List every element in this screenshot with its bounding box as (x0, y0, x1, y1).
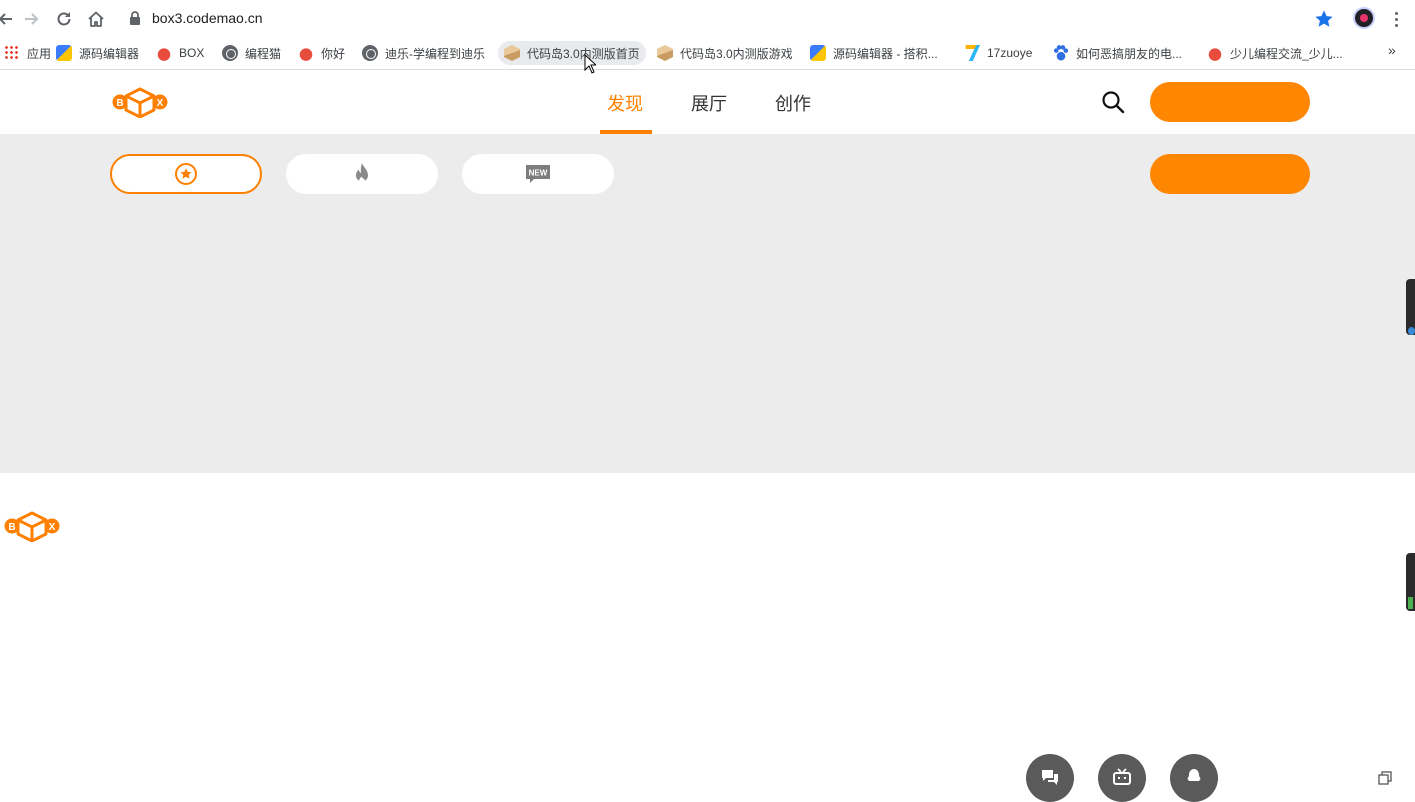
bookmark-nihao[interactable]: 你好 (292, 41, 351, 65)
footer-qq-button[interactable] (1170, 754, 1218, 802)
logo-letter-x: X (157, 98, 164, 109)
bookmark-dile[interactable]: 迪乐-学编程到迪乐 (356, 41, 491, 65)
bookmark-label: BOX (179, 46, 205, 60)
box-cube-icon (504, 45, 520, 61)
bookmark-star-icon[interactable] (1313, 8, 1335, 30)
browser-toolbar: box3.codemao.cn (0, 0, 1415, 36)
bookmark-label: 17zuoye (987, 46, 1033, 60)
filter-new-tab[interactable]: NEW (462, 154, 614, 194)
reload-icon[interactable] (53, 8, 75, 30)
chat-icon (1042, 770, 1058, 785)
back-icon[interactable] (0, 8, 16, 30)
bookmark-box[interactable]: BOX (150, 41, 210, 65)
box-logo-icon[interactable]: B X (112, 86, 168, 118)
browser-menu-icon[interactable] (1386, 8, 1406, 30)
bookmark-box3-games[interactable]: 代码岛3.0内测版游戏 (651, 41, 799, 65)
footer-bilibili-button[interactable] (1098, 754, 1146, 802)
copy-icon[interactable] (1378, 771, 1392, 785)
bookmark-label: 编程猫 (245, 46, 282, 61)
bookmark-biancheng-mao[interactable]: 编程猫 (216, 41, 287, 65)
nav-create[interactable]: 创作 (775, 90, 811, 116)
create-project-button[interactable] (1150, 154, 1310, 194)
bookmark-label: 你好 (321, 46, 346, 61)
bookmark-label: 少儿编程交流_少儿... (1230, 46, 1343, 61)
footer-logo-letter-x: X (49, 522, 56, 533)
bookmark-box3-home[interactable]: 代码岛3.0内测版首页 (498, 41, 646, 65)
forward-icon[interactable] (21, 8, 43, 30)
bookmark-17zuoye[interactable]: 17zuoye (958, 41, 1038, 65)
bilibili-tv-icon (1113, 768, 1131, 785)
bookmark-code-editor[interactable]: 源码编辑器 (50, 41, 145, 65)
more-bookmarks-chevron-icon[interactable]: » (1388, 42, 1396, 58)
address-bar-url[interactable]: box3.codemao.cn (152, 10, 263, 26)
login-button[interactable] (1150, 82, 1310, 122)
globe-icon (362, 45, 378, 61)
17zuoye-icon (965, 45, 980, 61)
side-slider-handle[interactable] (1406, 279, 1415, 335)
bookmark-label: 迪乐-学编程到迪乐 (385, 46, 485, 61)
filter-band: NEW (0, 134, 1415, 473)
box-cube-icon (657, 45, 673, 61)
footer-logo-letter-b: B (8, 522, 15, 533)
bookmark-label: 源码编辑器 - 搭积... (833, 46, 938, 61)
codemao-cat-icon (1207, 45, 1223, 61)
nav-gallery[interactable]: 展厅 (691, 90, 727, 116)
globe-icon (222, 45, 238, 61)
bookmark-label: 应用 (27, 46, 52, 61)
home-icon[interactable] (85, 8, 107, 30)
logo-letter-b: B (116, 98, 123, 109)
profile-avatar-icon[interactable] (1353, 7, 1375, 29)
bookmark-kids-coding[interactable]: 少儿编程交流_少儿... (1201, 41, 1349, 65)
filter-hot-tab[interactable] (286, 154, 438, 194)
new-badge-text: NEW (529, 169, 548, 178)
search-icon[interactable] (1101, 90, 1125, 114)
lock-icon[interactable] (128, 10, 142, 26)
footer-chat-button[interactable] (1026, 754, 1074, 802)
baidu-paw-icon (1053, 45, 1069, 61)
bookmarks-bar: 应用 源码编辑器 BOX 编程猫 你好 迪乐-学编程到迪乐 代码岛3.0内测版首… (0, 36, 1415, 70)
flame-icon (356, 163, 368, 184)
bookmark-prank[interactable]: 如何恶搞朋友的电... (1047, 41, 1188, 65)
site-header: B X 发现 展厅 创作 (0, 70, 1415, 134)
side-level-handle[interactable] (1406, 553, 1415, 611)
bookmark-apps[interactable]: 应用 (0, 41, 57, 65)
codemao-cat-icon (156, 45, 172, 61)
new-badge-icon: NEW (526, 165, 550, 183)
apps-grid-icon (4, 45, 20, 61)
bookmark-label: 代码岛3.0内测版游戏 (680, 46, 793, 61)
star-badge-icon (175, 163, 197, 185)
mouse-cursor-icon (584, 54, 596, 74)
bookmark-label: 如何恶搞朋友的电... (1076, 46, 1183, 61)
code-editor-icon (810, 45, 826, 61)
footer-box-logo-icon[interactable]: B X (4, 510, 60, 542)
bookmark-code-editor-blocks[interactable]: 源码编辑器 - 搭积... (804, 41, 944, 65)
qq-penguin-icon (1187, 769, 1201, 781)
code-editor-icon (56, 45, 72, 61)
filter-featured-tab[interactable] (110, 154, 262, 194)
bookmark-label: 源码编辑器 (79, 46, 140, 61)
codemao-cat-icon (298, 45, 314, 61)
nav-discover[interactable]: 发现 (607, 90, 643, 116)
